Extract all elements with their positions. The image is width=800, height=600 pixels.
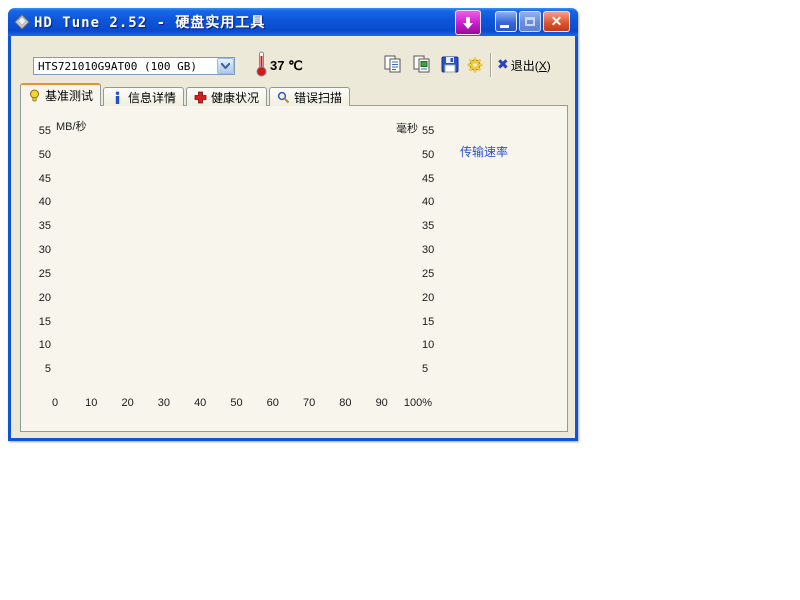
health-cross-icon	[194, 91, 207, 104]
title-bar[interactable]: HD Tune 2.52 - 硬盘实用工具 ✕	[8, 8, 578, 36]
copy-image-icon[interactable]	[412, 55, 432, 74]
drive-select[interactable]: HTS721010G9AT00 (100 GB)	[33, 57, 235, 75]
bulb-icon	[28, 89, 41, 102]
tab-info[interactable]: 信息详情	[103, 87, 184, 106]
app-icon	[14, 14, 30, 30]
tab-info-label: 信息详情	[128, 89, 176, 106]
exit-x-icon: ✖	[497, 57, 509, 73]
save-icon[interactable]	[440, 55, 460, 74]
minimize-icon	[500, 25, 509, 28]
exit-button[interactable]: ✖ 退出(X)	[497, 56, 551, 74]
exit-label: 退出(X)	[511, 57, 551, 74]
tab-benchmark-label: 基准测试	[45, 87, 93, 104]
close-button[interactable]: ✕	[543, 11, 570, 32]
maximize-icon	[525, 17, 535, 26]
options-icon[interactable]	[465, 55, 485, 74]
toolbar-separator	[490, 53, 492, 77]
temperature-value: 37 ℃	[270, 58, 303, 74]
tab-scan-label: 错误扫描	[294, 89, 342, 106]
tab-benchmark[interactable]: 基准测试	[20, 83, 101, 106]
down-arrow-icon	[461, 16, 475, 30]
thermometer-icon	[256, 51, 267, 77]
client-area: HTS721010G9AT00 (100 GB) 37 ℃	[11, 36, 575, 438]
close-icon: ✕	[551, 13, 563, 30]
tab-scan[interactable]: 错误扫描	[269, 87, 350, 106]
magnifier-icon	[277, 91, 290, 104]
tab-health-label: 健康状况	[211, 89, 259, 106]
maximize-button[interactable]	[519, 11, 541, 32]
copy-text-icon[interactable]	[383, 55, 403, 74]
window-title: HD Tune 2.52 - 硬盘实用工具	[34, 12, 265, 32]
drive-select-value: HTS721010G9AT00 (100 GB)	[34, 60, 217, 73]
download-overlay-button[interactable]	[455, 10, 481, 35]
minimize-button[interactable]	[495, 11, 517, 32]
hdtune-window: HD Tune 2.52 - 硬盘实用工具 ✕ HTS721010G9AT00 …	[8, 8, 578, 441]
chevron-down-icon[interactable]	[217, 58, 234, 74]
info-icon	[111, 91, 124, 104]
tab-health[interactable]: 健康状况	[186, 87, 267, 106]
transfer-rate-group-title: 传输速率	[457, 143, 511, 160]
tab-strip: 基准测试 信息详情 健康状况 错误扫描	[20, 83, 350, 106]
